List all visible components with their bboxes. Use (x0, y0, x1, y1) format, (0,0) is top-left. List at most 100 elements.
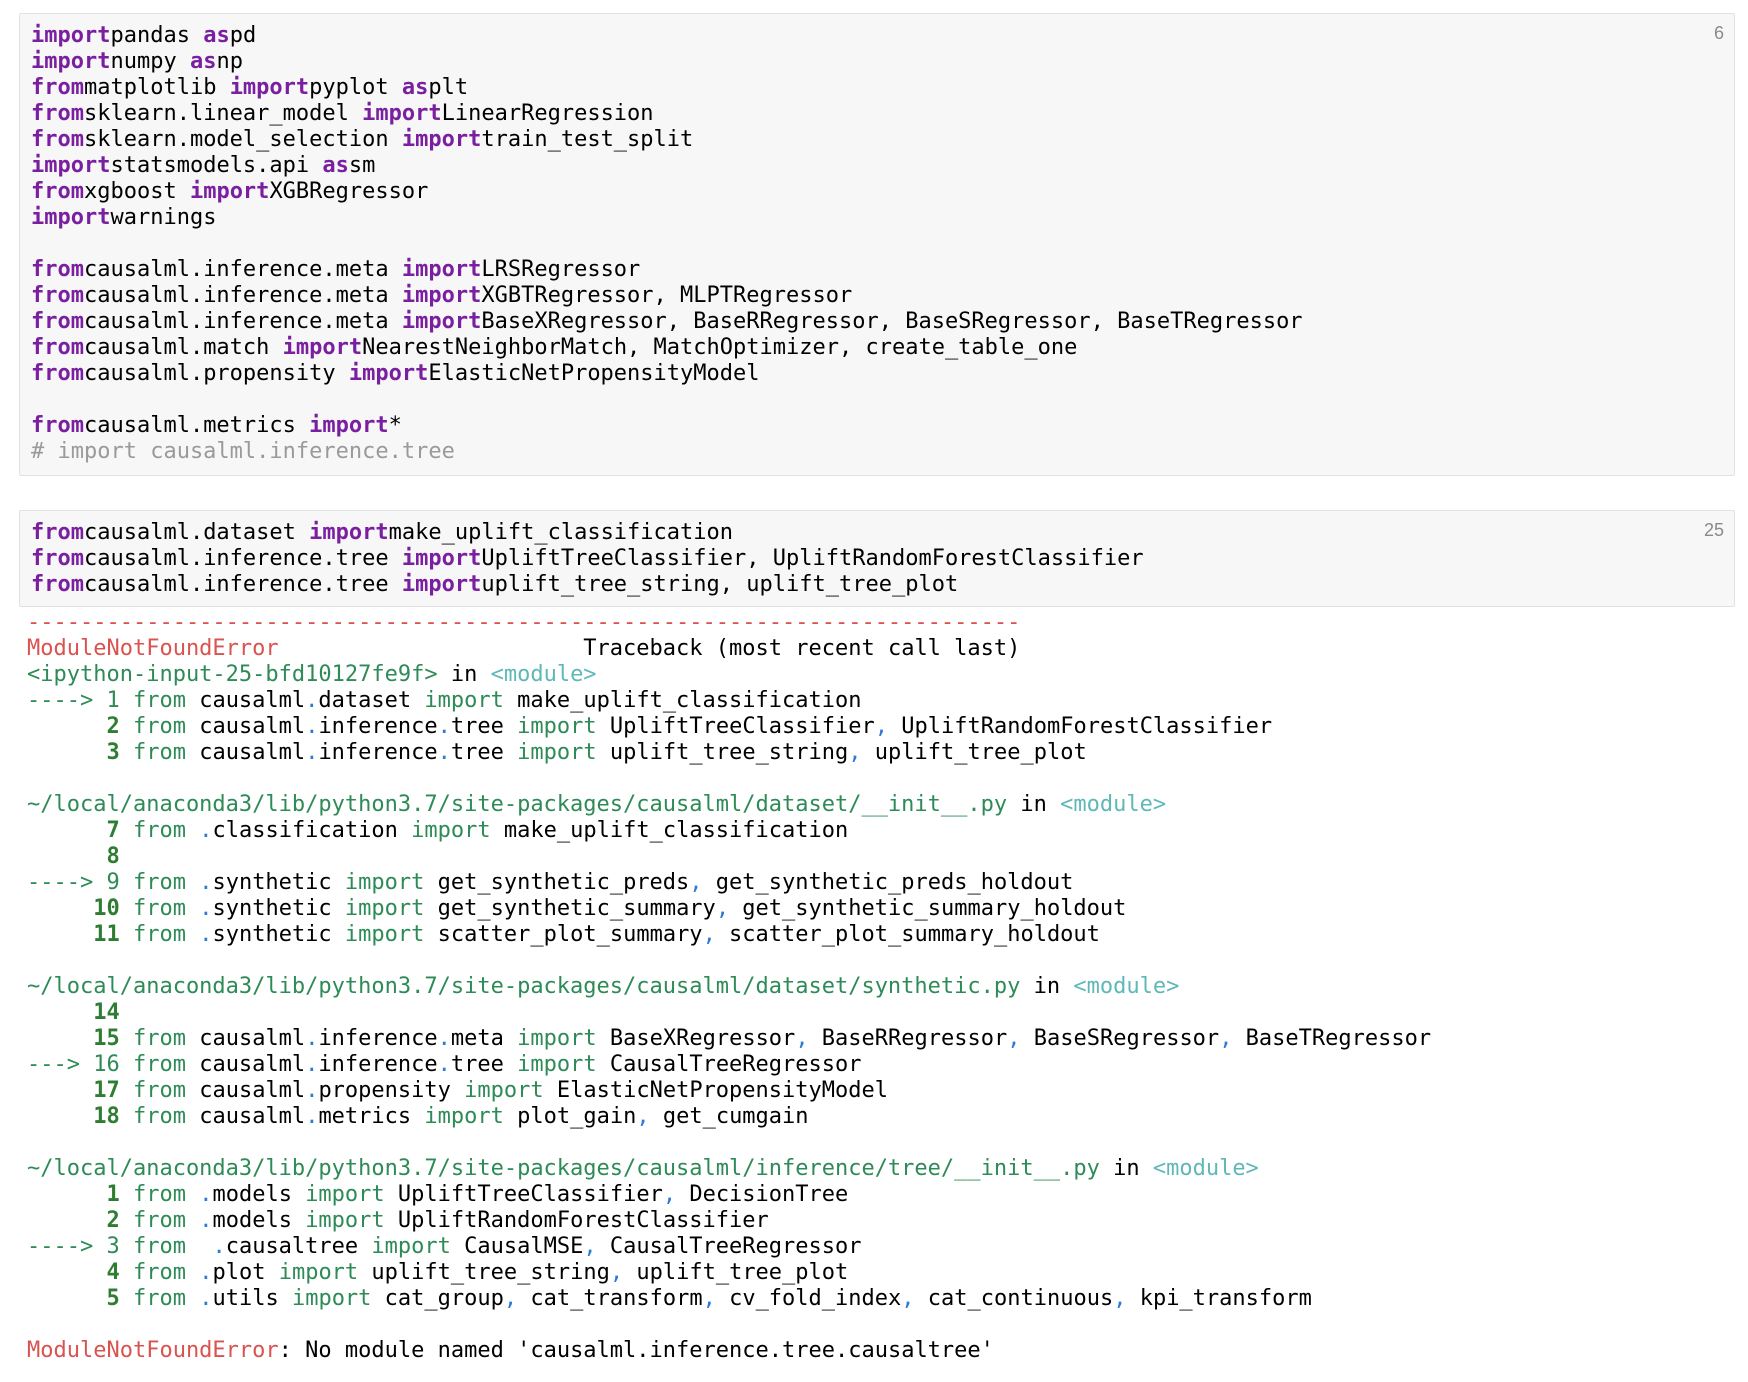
code-token: , (583, 1234, 597, 1259)
code-token: from (31, 101, 84, 126)
code-token: UpliftTreeClassifier, UpliftRandomForest… (481, 546, 1144, 571)
code-token: , (874, 714, 889, 739)
code-token: <module> (1060, 792, 1167, 817)
code-token: sklearn.model_selection (83, 127, 402, 152)
code-token: , (1219, 1026, 1233, 1051)
code-token: 1 (106, 1182, 120, 1207)
code-token: CausalTreeRegressor (596, 1234, 862, 1259)
code-token: 4 (106, 1260, 120, 1285)
code-token: import (31, 49, 111, 74)
code-token: get_synthetic_summary (424, 896, 716, 921)
code-line: fromsklearn.linear_model importLinearReg… (31, 101, 1303, 127)
code-line: fromcausalml.match importNearestNeighbor… (31, 335, 1303, 361)
code-token: import (291, 1286, 372, 1311)
code-line: 18 from causalml.metrics import plot_gai… (27, 1104, 1431, 1130)
code-line: 4 from .plot import uplift_tree_string, … (27, 1260, 1431, 1286)
code-token: inference (318, 1026, 438, 1051)
code-token: from (119, 922, 186, 947)
code-line: fromcausalml.inference.tree importUplift… (31, 546, 1144, 572)
code-token: ~/local/anaconda3/lib/python3.7/site-pac… (27, 792, 1008, 817)
code-token: from (119, 1208, 186, 1233)
error-traceback-output: ----------------------------------------… (27, 610, 1431, 1364)
code-token: . (437, 1052, 451, 1077)
code-editor[interactable]: importpandas aspd importnumpy asnp frommat… (31, 23, 1303, 465)
code-token: from (132, 1052, 186, 1077)
code-token: from (31, 309, 84, 334)
code-line: 3 from causalml.inference.tree import up… (27, 740, 1431, 766)
code-token: as (322, 153, 349, 178)
code-token: , (636, 1104, 650, 1129)
code-token: import (344, 896, 425, 921)
code-token: , (848, 740, 862, 765)
code-line: fromxgboost importXGBRegressor (31, 179, 1303, 205)
code-cell-imports[interactable]: 6 importpandas aspd importnumpy asnp fromm… (19, 13, 1735, 476)
code-token: # import causalml.inference.tree (31, 439, 455, 464)
code-token: import (305, 1208, 385, 1233)
code-token: train_test_split (481, 127, 694, 152)
code-token: from (31, 546, 84, 571)
code-token: import (309, 413, 389, 438)
code-token: causalml.inference.meta (83, 257, 402, 282)
code-line: fromcausalml.metrics import* (31, 413, 1303, 439)
execution-count: 25 (1703, 520, 1724, 540)
code-token: causalml (185, 1104, 306, 1129)
code-line: ~/local/anaconda3/lib/python3.7/site-pac… (27, 974, 1431, 1000)
code-token: causalml (185, 714, 306, 739)
code-line: ModuleNotFoundError Traceback (most rece… (27, 636, 1431, 662)
code-token: . (185, 1182, 213, 1207)
code-token: import (411, 818, 491, 843)
code-token: . (185, 1286, 213, 1311)
code-line: 8 (27, 844, 1431, 870)
code-token: * (388, 413, 402, 438)
code-token: BaseXRegressor (596, 1026, 796, 1051)
code-token: 2 (106, 1208, 120, 1233)
code-token: 5 (106, 1286, 120, 1311)
code-token: models (212, 1182, 306, 1207)
code-token: plot (212, 1260, 279, 1285)
code-token: get_synthetic_summary_holdout (729, 896, 1127, 921)
code-token: . (305, 1078, 319, 1103)
code-token: . (305, 740, 319, 765)
code-line: 17 from causalml.propensity import Elast… (27, 1078, 1431, 1104)
code-token: xgboost (83, 179, 190, 204)
code-token: in (1007, 792, 1061, 817)
code-token: dataset (318, 688, 425, 713)
code-token: ----> 1 (27, 688, 133, 713)
code-token: import (517, 1026, 597, 1051)
code-editor[interactable]: fromcausalml.dataset importmake_uplift_c… (31, 520, 1144, 598)
code-token: cat_continuous (914, 1286, 1114, 1311)
code-cell-causalml-tree[interactable]: 25 fromcausalml.dataset importmake_uplif… (19, 510, 1735, 607)
code-line: fromcausalml.inference.meta importBaseXR… (31, 309, 1303, 335)
code-token: UpliftTreeClassifier (384, 1182, 663, 1207)
code-line: <ipython-input-25-bfd10127fe9f> in <modu… (27, 662, 1431, 688)
code-token: import (344, 922, 425, 947)
code-token: metrics (318, 1104, 425, 1129)
code-token: ~/local/anaconda3/lib/python3.7/site-pac… (27, 1156, 1100, 1181)
code-token: from (119, 1104, 186, 1129)
code-token: from (119, 1026, 186, 1051)
code-token: inference (318, 740, 438, 765)
code-token: import (401, 283, 482, 308)
code-token: import (344, 870, 425, 895)
code-token: get_synthetic_preds (424, 870, 690, 895)
code-token: meta (450, 1026, 518, 1051)
code-token: ----> 9 (27, 870, 133, 895)
code-token: . (437, 740, 451, 765)
code-token: . (185, 818, 213, 843)
code-token: make_uplift_classification (490, 818, 849, 843)
code-token: . (185, 1234, 226, 1259)
code-token: . (305, 1104, 319, 1129)
code-token: 11 (93, 922, 120, 947)
code-token: , (702, 1286, 716, 1311)
code-token: import (278, 1260, 359, 1285)
code-token: <module> (1073, 974, 1180, 999)
code-token: import (401, 546, 482, 571)
code-token: LRSRegressor (481, 257, 641, 282)
code-token: causalml.propensity (83, 361, 349, 386)
code-token: plot_gain (503, 1104, 637, 1129)
code-token: causalml (185, 1026, 306, 1051)
